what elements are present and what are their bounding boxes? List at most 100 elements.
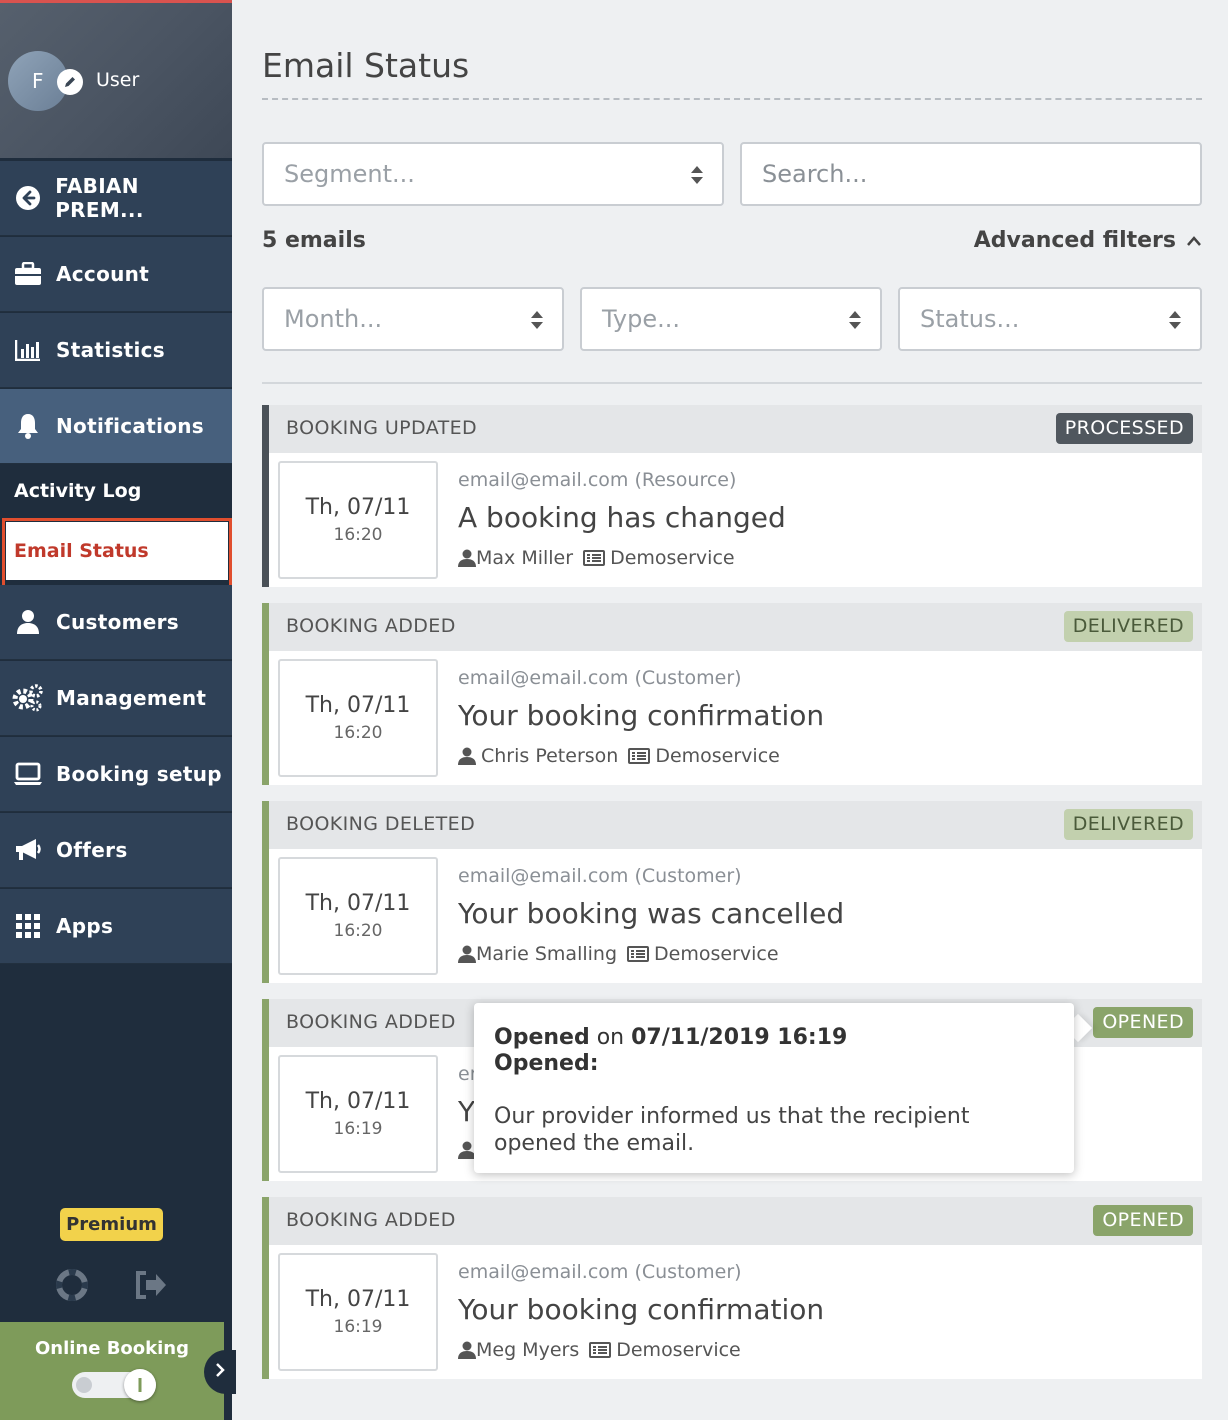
nav-label: Offers (56, 838, 128, 862)
email-card[interactable]: BOOKING ADDED DELIVERED Th, 07/11 16:20 … (262, 603, 1202, 785)
search-input[interactable] (740, 142, 1202, 206)
toggle-off-dot (76, 1377, 92, 1393)
premium-badge[interactable]: Premium (60, 1208, 163, 1241)
nav-item-management[interactable]: Management (0, 661, 232, 736)
email-card-header: BOOKING UPDATED PROCESSED (269, 405, 1202, 453)
service-list-icon (583, 550, 606, 566)
status-badge[interactable]: OPENED (1093, 1007, 1193, 1038)
email-time: 16:20 (333, 525, 383, 545)
laptop-icon (0, 762, 56, 786)
email-type: BOOKING ADDED (286, 1011, 456, 1033)
status-badge[interactable]: OPENED (1093, 1205, 1193, 1236)
email-card[interactable]: BOOKING UPDATED PROCESSED Th, 07/11 16:2… (262, 405, 1202, 587)
nav-item-offers[interactable]: Offers (0, 813, 232, 888)
nav-item-customers[interactable]: Customers (0, 585, 232, 660)
sort-caret-icon (1168, 309, 1182, 335)
status-badge[interactable]: DELIVERED (1063, 809, 1193, 840)
sort-caret-icon (530, 309, 544, 335)
nav-item-booking-setup[interactable]: Booking setup (0, 737, 232, 812)
title-divider (262, 98, 1202, 100)
tooltip-opened-word: Opened (494, 1025, 590, 1050)
nav-item-company[interactable]: FABIAN PREM... (0, 161, 232, 236)
nav-label: FABIAN PREM... (55, 174, 144, 222)
toggle-knob (124, 1369, 156, 1401)
subnav-item-activity-log[interactable]: Activity Log (14, 480, 141, 502)
nav-item-account[interactable]: Account (0, 237, 232, 312)
briefcase-icon (0, 262, 56, 286)
main-content: Email Status Segment... 5 emails Advance… (232, 0, 1228, 1420)
email-recipient: email@email.com (Customer) (458, 865, 742, 887)
email-time: 16:20 (333, 723, 383, 743)
email-card-header: BOOKING DELETED DELIVERED (269, 801, 1202, 849)
email-time: 16:20 (333, 921, 383, 941)
email-day: Th, 07/11 (305, 495, 411, 520)
nav-item-notifications[interactable]: Notifications (0, 389, 232, 464)
date-box: Th, 07/11 16:20 (278, 461, 438, 579)
nav-item-statistics[interactable]: Statistics (0, 313, 232, 388)
nav-item-apps[interactable]: Apps (0, 889, 232, 964)
edit-profile-icon[interactable] (57, 69, 83, 95)
filters-divider (262, 382, 1202, 384)
sort-caret-icon (848, 309, 862, 335)
email-card[interactable]: BOOKING DELETED DELIVERED Th, 07/11 16:2… (262, 801, 1202, 983)
date-box: Th, 07/11 16:20 (278, 659, 438, 777)
status-badge[interactable]: DELIVERED (1063, 611, 1193, 642)
user-icon (458, 945, 476, 963)
service-list-icon (627, 946, 650, 962)
service-name: Demoservice (654, 943, 779, 965)
avatar-initial: F (32, 69, 44, 93)
tooltip-heading: Opened: (494, 1051, 599, 1076)
status-badge[interactable]: PROCESSED (1055, 413, 1193, 444)
status-placeholder: Status... (920, 305, 1020, 333)
user-icon (458, 549, 476, 567)
advanced-filters-label: Advanced filters (973, 228, 1176, 253)
service-name: Demoservice (616, 1339, 741, 1361)
type-select[interactable]: Type... (580, 287, 882, 351)
email-day: Th, 07/11 (305, 693, 411, 718)
tooltip-opened-at: 07/11/2019 16:19 (631, 1025, 848, 1050)
gears-icon (0, 684, 56, 712)
user-icon (0, 609, 56, 635)
help-lifebuoy-icon[interactable] (55, 1268, 89, 1302)
user-name[interactable]: User (96, 69, 139, 91)
nav-label: Apps (56, 914, 114, 938)
logout-icon[interactable] (134, 1268, 168, 1302)
nav-label: Management (56, 686, 207, 710)
page-title: Email Status (262, 46, 470, 85)
email-subject: Y (458, 1095, 476, 1128)
bell-icon (0, 413, 56, 439)
segment-placeholder: Segment... (284, 160, 415, 188)
advanced-filters-toggle[interactable]: Advanced filters (974, 228, 1202, 253)
email-subject: A booking has changed (458, 501, 786, 534)
date-box: Th, 07/11 16:20 (278, 857, 438, 975)
customer-name: Meg Myers (476, 1339, 580, 1361)
email-card[interactable]: BOOKING ADDED OPENED Th, 07/11 16:19 ema… (262, 1197, 1202, 1379)
type-placeholder: Type... (602, 305, 681, 333)
grid-icon (0, 914, 56, 938)
email-recipient: email@email.com (Resource) (458, 469, 737, 491)
email-type: BOOKING ADDED (286, 615, 456, 637)
segment-select[interactable]: Segment... (262, 142, 724, 206)
email-day: Th, 07/11 (305, 891, 411, 916)
month-select[interactable]: Month... (262, 287, 564, 351)
status-select[interactable]: Status... (898, 287, 1202, 351)
status-tooltip: Opened on 07/11/2019 16:19 Opened: Our p… (474, 1003, 1074, 1173)
tooltip-description: Our provider informed us that the recipi… (494, 1104, 970, 1156)
email-card-header: BOOKING ADDED OPENED (269, 1197, 1202, 1245)
nav-label: Customers (56, 610, 179, 634)
user-icon (458, 1341, 476, 1359)
user-icon (458, 747, 476, 765)
email-subject: Your booking confirmation (458, 1293, 825, 1326)
month-placeholder: Month... (284, 305, 383, 333)
email-day: Th, 07/11 (305, 1287, 411, 1312)
megaphone-icon (0, 837, 56, 863)
email-subject: Your booking confirmation (458, 699, 825, 732)
email-type: BOOKING ADDED (286, 1209, 456, 1231)
online-booking-toggle[interactable] (72, 1369, 156, 1401)
customer-name: Max Miller (476, 547, 574, 569)
email-day: Th, 07/11 (305, 1089, 411, 1114)
online-booking-panel (0, 1322, 224, 1420)
nav-label: Statistics (56, 338, 165, 362)
tooltip-on-word: on (596, 1025, 625, 1050)
email-meta: Marie Smalling Demoservice (458, 943, 779, 965)
